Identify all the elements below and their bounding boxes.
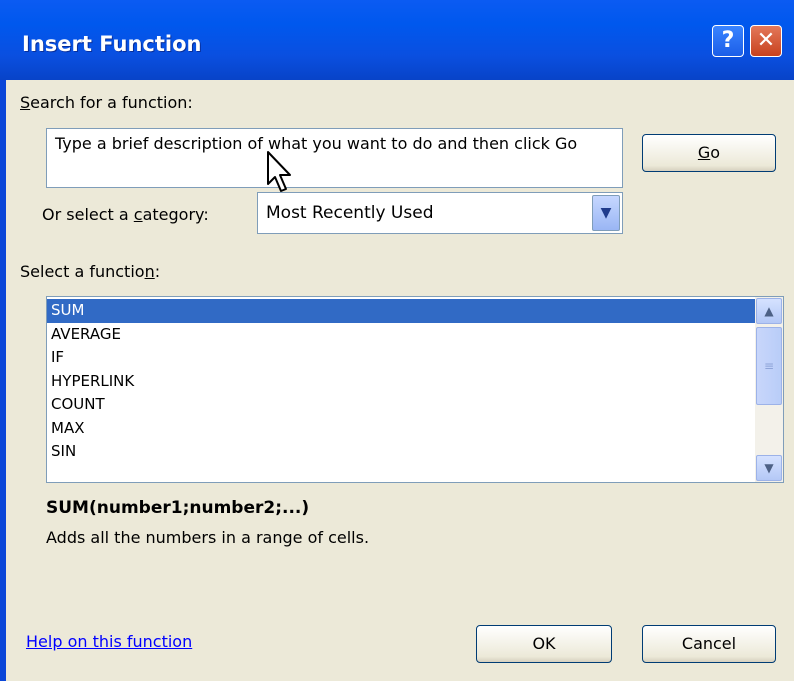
chevron-up-icon[interactable]: ▲ [756, 298, 782, 324]
function-list-label: Select a function: [20, 262, 160, 281]
list-item[interactable]: AVERAGE [47, 323, 755, 347]
search-label-hotkey: S [20, 93, 31, 112]
help-button[interactable]: ? [712, 25, 744, 57]
function-list-label-prefix: Select a functio [20, 262, 145, 281]
function-listbox[interactable]: SUM AVERAGE IF HYPERLINK COUNT MAX SIN ▲… [46, 296, 784, 483]
go-button[interactable]: Go [642, 134, 776, 172]
category-selected-value: Most Recently Used [266, 203, 434, 223]
function-description: Adds all the numbers in a range of cells… [46, 528, 370, 547]
search-input[interactable]: Type a brief description of what you wan… [46, 128, 623, 188]
dialog-body: Search for a function: Type a brief desc… [6, 80, 794, 681]
list-item[interactable]: SIN [47, 440, 755, 464]
vertical-scrollbar[interactable]: ▲ ≡ ▼ [755, 297, 783, 482]
search-label: Search for a function: [20, 93, 193, 112]
list-item[interactable]: COUNT [47, 393, 755, 417]
category-label-prefix: Or select a [42, 205, 134, 224]
cancel-button[interactable]: Cancel [642, 625, 776, 663]
function-list-items: SUM AVERAGE IF HYPERLINK COUNT MAX SIN [47, 299, 755, 464]
mouse-pointer-icon [267, 151, 291, 192]
dialog-title: Insert Function [22, 32, 202, 56]
help-on-function-link[interactable]: Help on this function [26, 632, 192, 651]
function-list-label-rest: : [154, 262, 161, 281]
ok-button[interactable]: OK [476, 625, 612, 663]
search-label-rest: earch for a function: [30, 93, 193, 112]
category-label-rest: ategory: [142, 205, 209, 224]
list-item[interactable]: HYPERLINK [47, 370, 755, 394]
insert-function-dialog: Insert Function ? ✕ Search for a functio… [0, 0, 794, 681]
title-bar[interactable]: Insert Function ? ✕ [0, 0, 794, 80]
go-button-rest: o [710, 143, 721, 162]
category-label-hotkey: c [133, 205, 143, 224]
go-button-hotkey: G [697, 143, 711, 162]
list-item[interactable]: SUM [47, 299, 755, 323]
category-select[interactable]: Most Recently Used ▼ [257, 192, 623, 234]
list-item[interactable]: IF [47, 346, 755, 370]
scrollbar-thumb[interactable]: ≡ [756, 327, 782, 405]
list-item[interactable]: MAX [47, 417, 755, 441]
function-syntax: SUM(number1;number2;...) [46, 498, 310, 518]
close-button[interactable]: ✕ [750, 25, 782, 57]
chevron-down-icon[interactable]: ▼ [756, 455, 782, 481]
chevron-down-icon[interactable]: ▼ [592, 195, 620, 231]
function-list-label-hotkey: n [144, 262, 155, 281]
category-label: Or select a category: [42, 205, 209, 224]
